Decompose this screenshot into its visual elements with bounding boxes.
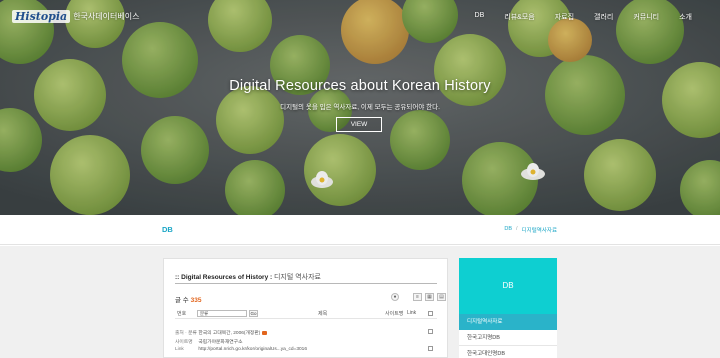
row-label: 출처 · 분류: [175, 331, 197, 336]
sidebar-item-place-names[interactable]: 한국고지명DB: [459, 330, 557, 346]
breadcrumb-separator: /: [516, 226, 518, 232]
hero-banner: Histopia 한국사데이터베이스 DB 리뷰&모음 자료집 갤러리 커뮤니티…: [0, 0, 720, 215]
new-badge-icon: [261, 330, 267, 335]
row-checkbox[interactable]: [428, 346, 433, 351]
view-button[interactable]: VIEW: [336, 117, 382, 132]
sidebar-item-digital-resources[interactable]: 디지털역사자료: [459, 314, 557, 330]
rss-icon[interactable]: ●: [391, 293, 399, 301]
column-site: 사이트명: [385, 311, 404, 317]
column-link: Link: [407, 310, 417, 316]
row-value[interactable]: 한국의 고대목간, 2006(개정판): [198, 331, 260, 336]
list-item-site: 사이트명 국립가야문화재연구소: [175, 338, 437, 345]
select-all-checkbox[interactable]: [428, 311, 433, 316]
row-label: Link: [175, 347, 184, 352]
nav-item-gallery[interactable]: 갤러리: [584, 12, 623, 22]
logo-mark: Histopia: [12, 10, 71, 23]
nav-item-about[interactable]: 소개: [669, 12, 702, 22]
list-header-row: 번호 분류 Go 제목 사이트명 Link: [175, 309, 437, 319]
grid-view-icon[interactable]: ▦: [425, 293, 434, 301]
resource-list-panel: :: Digital Resources of History : 디지털 역사…: [163, 258, 448, 358]
logo-subtitle: 한국사데이터베이스: [73, 12, 140, 21]
nav-item-community[interactable]: 커뮤니티: [623, 12, 669, 22]
list-item-source: 출처 · 분류 한국의 고대목간, 2006(개정판): [175, 329, 437, 336]
nav-item-review[interactable]: 리뷰&모음: [494, 12, 544, 22]
breadcrumb-db[interactable]: DB: [504, 226, 512, 234]
panel-title: :: Digital Resources of History : 디지털 역사…: [175, 272, 437, 284]
nav-item-db[interactable]: DB: [465, 12, 495, 22]
row-value: 국립가야문화재연구소: [198, 340, 243, 345]
breadcrumb: DB / 디지털역사자료: [504, 226, 557, 234]
list-view-icon[interactable]: ≡: [413, 293, 422, 301]
row-link[interactable]: http://portal.nrich.go.kr/kor/originalUs…: [198, 347, 307, 352]
view-toggle: ● ≡ ▦ ▤: [391, 293, 446, 301]
column-title: 제목: [318, 311, 328, 317]
row-label: 사이트명: [175, 340, 193, 345]
panel-title-en: :: Digital Resources of History :: [175, 274, 273, 281]
panel-title-ko: 디지털 역사자료: [273, 274, 321, 281]
category-select[interactable]: 분류: [197, 310, 247, 317]
row-checkbox[interactable]: [428, 329, 433, 334]
go-button[interactable]: Go: [249, 310, 258, 317]
sidebar-item-person-names[interactable]: 한국고대인명DB: [459, 346, 557, 358]
nav-item-resources[interactable]: 자료집: [545, 12, 584, 22]
hero-title: Digital Resources about Korean History: [229, 78, 491, 94]
hero-description: 디지털의 옷을 입은 역사자료, 이제 모두는 공유되어야 한다.: [280, 104, 440, 111]
list-item-link: Link http://portal.nrich.go.kr/kor/origi…: [175, 347, 437, 352]
gallery-view-icon[interactable]: ▤: [437, 293, 446, 301]
breadcrumb-bar: DB DB / 디지털역사자료: [0, 215, 720, 245]
sidebar-heading: DB: [459, 258, 557, 314]
column-number: 번호: [177, 311, 187, 317]
main-nav: DB 리뷰&모음 자료집 갤러리 커뮤니티 소개: [465, 12, 702, 22]
post-count-value: 335: [190, 297, 202, 304]
site-logo[interactable]: Histopia 한국사데이터베이스: [12, 10, 139, 23]
post-count: 글 수 335: [175, 294, 201, 304]
section-title: DB: [162, 225, 173, 234]
post-count-label: 글 수: [175, 297, 189, 304]
breadcrumb-current[interactable]: 디지털역사자료: [522, 226, 557, 234]
